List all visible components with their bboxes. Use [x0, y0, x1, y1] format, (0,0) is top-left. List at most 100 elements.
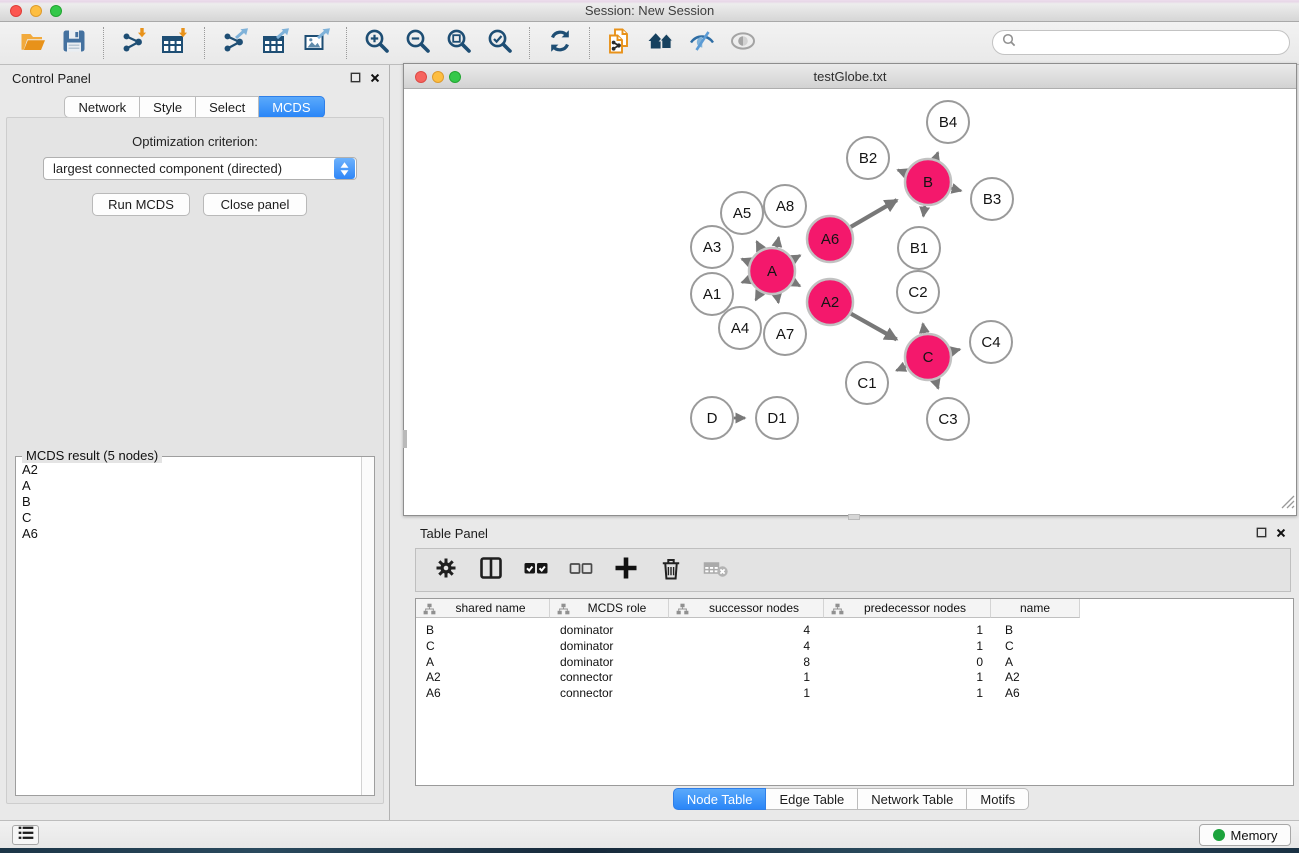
node-A6[interactable]: A6 [807, 216, 853, 262]
close-panel-icon[interactable] [369, 71, 381, 89]
cell-successor-nodes[interactable]: 1 [669, 685, 824, 701]
cell-MCDS-role[interactable]: dominator [550, 638, 669, 654]
result-node-item[interactable]: A2 [22, 462, 360, 478]
export-network-button[interactable] [216, 25, 253, 61]
network-graph[interactable]: B4B2BB3A8A5A6A3B1AC2A1A2A4A7C4CC1DD1C3 [404, 89, 1296, 515]
zoom-selected-button[interactable] [481, 25, 518, 61]
edge-A-A2[interactable] [793, 282, 800, 286]
tab-network[interactable]: Network [64, 96, 140, 118]
network-window-titlebar[interactable]: testGlobe.txt [404, 64, 1296, 89]
close-panel-button[interactable]: Close panel [203, 193, 307, 216]
result-node-item[interactable]: A6 [22, 526, 360, 542]
save-session-button[interactable] [55, 25, 92, 61]
node-A5[interactable]: A5 [721, 192, 763, 234]
edge-C-C4[interactable] [951, 349, 960, 351]
edge-B-B1[interactable] [923, 206, 925, 217]
column-header-successor-nodes[interactable]: successor nodes [669, 599, 824, 618]
node-A8[interactable]: A8 [764, 185, 806, 227]
column-header-predecessor-nodes[interactable]: predecessor nodes [824, 599, 991, 618]
edge-A-A3[interactable] [742, 259, 750, 262]
cell-MCDS-role[interactable]: connector [550, 685, 669, 701]
edge-A-A7[interactable] [777, 295, 779, 303]
node-C[interactable]: C [905, 334, 951, 380]
node-B2[interactable]: B2 [847, 137, 889, 179]
toggle-columns-button[interactable] [477, 556, 505, 584]
cell-name[interactable]: A [991, 654, 1080, 670]
node-D[interactable]: D [691, 397, 733, 439]
table-row-A2[interactable]: A2connector11A2 [416, 669, 1080, 685]
table-row-A[interactable]: Adominator80A [416, 654, 1080, 670]
node-D1[interactable]: D1 [756, 397, 798, 439]
column-header-name[interactable]: name [991, 599, 1080, 618]
node-C1[interactable]: C1 [846, 362, 888, 404]
zoom-in-button[interactable] [358, 25, 395, 61]
node-A3[interactable]: A3 [691, 226, 733, 268]
node-C4[interactable]: C4 [970, 321, 1012, 363]
cell-successor-nodes[interactable]: 1 [669, 669, 824, 685]
node-A4[interactable]: A4 [719, 307, 761, 349]
select-all-button[interactable] [522, 556, 550, 584]
node-A[interactable]: A [749, 248, 795, 294]
hide-graphics-details-button[interactable] [683, 25, 720, 61]
cell-MCDS-role[interactable]: connector [550, 669, 669, 685]
node-C3[interactable]: C3 [927, 398, 969, 440]
deselect-all-button[interactable] [567, 556, 595, 584]
edge-B-B3[interactable] [951, 188, 961, 191]
tab-node-table[interactable]: Node Table [673, 788, 767, 810]
edge-A-A5[interactable] [757, 241, 761, 249]
memory-button[interactable]: Memory [1199, 824, 1291, 846]
cell-predecessor-nodes[interactable]: 1 [824, 685, 991, 701]
float-table-panel-icon[interactable] [1255, 526, 1268, 544]
tab-style[interactable]: Style [140, 96, 196, 118]
column-header-MCDS-role[interactable]: MCDS role [550, 599, 669, 618]
refresh-button[interactable] [541, 25, 578, 61]
edge-A6-B[interactable] [851, 200, 897, 227]
cell-name[interactable]: A2 [991, 669, 1080, 685]
cell-name[interactable]: A6 [991, 685, 1080, 701]
node-B[interactable]: B [905, 159, 951, 205]
search-input[interactable] [1017, 33, 1289, 53]
result-node-item[interactable]: A [22, 478, 360, 494]
edge-A-A4[interactable] [756, 292, 761, 300]
zoom-fit-button[interactable] [440, 25, 477, 61]
result-node-item[interactable]: B [22, 494, 360, 510]
network-from-table-button[interactable] [601, 25, 638, 61]
cell-successor-nodes[interactable]: 4 [669, 622, 824, 638]
run-mcds-button[interactable]: Run MCDS [92, 193, 190, 216]
tab-select[interactable]: Select [196, 96, 259, 118]
node-B4[interactable]: B4 [927, 101, 969, 143]
task-history-button[interactable] [12, 825, 39, 845]
table-row-B[interactable]: Bdominator41B [416, 622, 1080, 638]
node-A2[interactable]: A2 [807, 279, 853, 325]
node-A1[interactable]: A1 [691, 273, 733, 315]
import-network-button[interactable] [115, 25, 152, 61]
cell-successor-nodes[interactable]: 4 [669, 638, 824, 654]
network-vertical-scroll-thumb[interactable] [403, 430, 407, 448]
close-table-panel-icon[interactable] [1275, 526, 1287, 544]
cell-MCDS-role[interactable]: dominator [550, 622, 669, 638]
edge-C-C3[interactable] [935, 380, 938, 389]
edge-C-C2[interactable] [923, 324, 925, 334]
cell-shared-name[interactable]: C [416, 638, 550, 654]
result-scrollbar[interactable] [361, 457, 374, 795]
export-image-button[interactable] [298, 25, 335, 61]
tab-network-table[interactable]: Network Table [858, 788, 967, 810]
edge-A-A6[interactable] [793, 255, 800, 259]
node-C2[interactable]: C2 [897, 271, 939, 313]
node-B3[interactable]: B3 [971, 178, 1013, 220]
result-node-item[interactable]: C [22, 510, 360, 526]
cell-MCDS-role[interactable]: dominator [550, 654, 669, 670]
tab-mcds[interactable]: MCDS [259, 96, 324, 118]
edge-C-C1[interactable] [896, 366, 906, 370]
table-row-C[interactable]: Cdominator41C [416, 638, 1080, 654]
edge-B-B2[interactable] [898, 170, 906, 173]
cell-shared-name[interactable]: A [416, 654, 550, 670]
open-file-button[interactable] [14, 25, 51, 61]
resize-grip-icon[interactable] [1281, 495, 1295, 514]
export-table-button[interactable] [257, 25, 294, 61]
node-A7[interactable]: A7 [764, 313, 806, 355]
cell-shared-name[interactable]: A6 [416, 685, 550, 701]
table-settings-button[interactable] [432, 556, 460, 584]
edge-A-A8[interactable] [777, 237, 779, 247]
import-table-button[interactable] [156, 25, 193, 61]
